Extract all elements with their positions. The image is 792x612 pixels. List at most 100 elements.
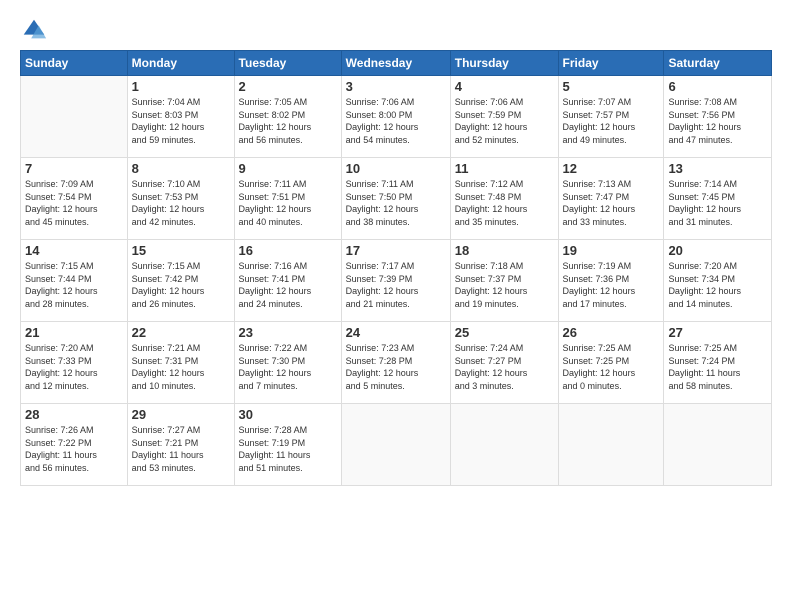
day-number: 10 — [346, 161, 446, 176]
calendar-cell: 1 Sunrise: 7:04 AM Sunset: 8:03 PM Daylig… — [127, 76, 234, 158]
day-info: Sunrise: 7:04 AM Sunset: 8:03 PM Dayligh… — [132, 96, 230, 146]
day-info: Sunrise: 7:06 AM Sunset: 7:59 PM Dayligh… — [455, 96, 554, 146]
calendar-cell: 28Sunrise: 7:26 AM Sunset: 7:22 PM Dayli… — [21, 404, 128, 486]
day-number: 21 — [25, 325, 123, 340]
day-number: 24 — [346, 325, 446, 340]
column-header-tuesday: Tuesday — [234, 51, 341, 76]
calendar-cell: 3 Sunrise: 7:06 AM Sunset: 8:00 PM Daylig… — [341, 76, 450, 158]
day-info: Sunrise: 7:15 AM Sunset: 7:44 PM Dayligh… — [25, 260, 123, 310]
calendar-cell: 29 Sunrise: 7:27 AM Sunset: 7:21 PM Dayli… — [127, 404, 234, 486]
day-info: Sunrise: 7:22 AM Sunset: 7:30 PM Dayligh… — [239, 342, 337, 392]
day-number: 27 — [668, 325, 767, 340]
day-info: Sunrise: 7:19 AM Sunset: 7:36 PM Dayligh… — [563, 260, 660, 310]
day-number: 19 — [563, 243, 660, 258]
calendar-cell: 11Sunrise: 7:12 AM Sunset: 7:48 PM Dayli… — [450, 158, 558, 240]
calendar-cell: 2 Sunrise: 7:05 AM Sunset: 8:02 PM Daylig… — [234, 76, 341, 158]
day-info: Sunrise: 7:17 AM Sunset: 7:39 PM Dayligh… — [346, 260, 446, 310]
day-info: Sunrise: 7:25 AM Sunset: 7:24 PM Dayligh… — [668, 342, 767, 392]
day-number: 20 — [668, 243, 767, 258]
calendar-week-row: 1 Sunrise: 7:04 AM Sunset: 8:03 PM Daylig… — [21, 76, 772, 158]
day-number: 16 — [239, 243, 337, 258]
day-number: 14 — [25, 243, 123, 258]
calendar-week-row: 28Sunrise: 7:26 AM Sunset: 7:22 PM Dayli… — [21, 404, 772, 486]
day-number: 3 — [346, 79, 446, 94]
day-info: Sunrise: 7:21 AM Sunset: 7:31 PM Dayligh… — [132, 342, 230, 392]
calendar-cell — [450, 404, 558, 486]
calendar-cell: 19 Sunrise: 7:19 AM Sunset: 7:36 PM Dayli… — [558, 240, 664, 322]
calendar-cell: 23Sunrise: 7:22 AM Sunset: 7:30 PM Dayli… — [234, 322, 341, 404]
calendar-cell: 20 Sunrise: 7:20 AM Sunset: 7:34 PM Dayli… — [664, 240, 772, 322]
column-header-saturday: Saturday — [664, 51, 772, 76]
day-info: Sunrise: 7:20 AM Sunset: 7:33 PM Dayligh… — [25, 342, 123, 392]
calendar-cell: 22 Sunrise: 7:21 AM Sunset: 7:31 PM Dayli… — [127, 322, 234, 404]
calendar-cell: 4 Sunrise: 7:06 AM Sunset: 7:59 PM Daylig… — [450, 76, 558, 158]
calendar-cell: 13 Sunrise: 7:14 AM Sunset: 7:45 PM Dayli… — [664, 158, 772, 240]
day-number: 5 — [563, 79, 660, 94]
calendar-cell: 6 Sunrise: 7:08 AM Sunset: 7:56 PM Daylig… — [664, 76, 772, 158]
day-number: 29 — [132, 407, 230, 422]
day-number: 12 — [563, 161, 660, 176]
page: SundayMondayTuesdayWednesdayThursdayFrid… — [0, 0, 792, 612]
day-number: 7 — [25, 161, 123, 176]
day-info: Sunrise: 7:18 AM Sunset: 7:37 PM Dayligh… — [455, 260, 554, 310]
calendar-cell: 25 Sunrise: 7:24 AM Sunset: 7:27 PM Dayli… — [450, 322, 558, 404]
header — [20, 16, 772, 44]
day-info: Sunrise: 7:05 AM Sunset: 8:02 PM Dayligh… — [239, 96, 337, 146]
calendar-cell: 7 Sunrise: 7:09 AM Sunset: 7:54 PM Daylig… — [21, 158, 128, 240]
day-info: Sunrise: 7:25 AM Sunset: 7:25 PM Dayligh… — [563, 342, 660, 392]
calendar-week-row: 7 Sunrise: 7:09 AM Sunset: 7:54 PM Daylig… — [21, 158, 772, 240]
day-number: 22 — [132, 325, 230, 340]
column-header-monday: Monday — [127, 51, 234, 76]
day-number: 8 — [132, 161, 230, 176]
calendar-week-row: 21 Sunrise: 7:20 AM Sunset: 7:33 PM Dayli… — [21, 322, 772, 404]
logo — [20, 16, 52, 44]
calendar-cell: 18 Sunrise: 7:18 AM Sunset: 7:37 PM Dayli… — [450, 240, 558, 322]
column-header-wednesday: Wednesday — [341, 51, 450, 76]
day-info: Sunrise: 7:20 AM Sunset: 7:34 PM Dayligh… — [668, 260, 767, 310]
calendar-cell: 21 Sunrise: 7:20 AM Sunset: 7:33 PM Dayli… — [21, 322, 128, 404]
calendar-header-row: SundayMondayTuesdayWednesdayThursdayFrid… — [21, 51, 772, 76]
day-number: 17 — [346, 243, 446, 258]
calendar-cell: 27 Sunrise: 7:25 AM Sunset: 7:24 PM Dayli… — [664, 322, 772, 404]
day-number: 26 — [563, 325, 660, 340]
column-header-thursday: Thursday — [450, 51, 558, 76]
day-number: 13 — [668, 161, 767, 176]
calendar-cell — [558, 404, 664, 486]
calendar-cell — [664, 404, 772, 486]
day-info: Sunrise: 7:13 AM Sunset: 7:47 PM Dayligh… — [563, 178, 660, 228]
day-info: Sunrise: 7:08 AM Sunset: 7:56 PM Dayligh… — [668, 96, 767, 146]
day-number: 4 — [455, 79, 554, 94]
day-info: Sunrise: 7:16 AM Sunset: 7:41 PM Dayligh… — [239, 260, 337, 310]
calendar-cell: 16 Sunrise: 7:16 AM Sunset: 7:41 PM Dayli… — [234, 240, 341, 322]
day-number: 6 — [668, 79, 767, 94]
calendar-table: SundayMondayTuesdayWednesdayThursdayFrid… — [20, 50, 772, 486]
day-number: 28 — [25, 407, 123, 422]
day-number: 25 — [455, 325, 554, 340]
calendar-cell: 26 Sunrise: 7:25 AM Sunset: 7:25 PM Dayli… — [558, 322, 664, 404]
calendar-cell: 17 Sunrise: 7:17 AM Sunset: 7:39 PM Dayli… — [341, 240, 450, 322]
calendar-cell: 12 Sunrise: 7:13 AM Sunset: 7:47 PM Dayli… — [558, 158, 664, 240]
calendar-cell: 10Sunrise: 7:11 AM Sunset: 7:50 PM Dayli… — [341, 158, 450, 240]
day-info: Sunrise: 7:27 AM Sunset: 7:21 PM Dayligh… — [132, 424, 230, 474]
day-number: 9 — [239, 161, 337, 176]
day-info: Sunrise: 7:14 AM Sunset: 7:45 PM Dayligh… — [668, 178, 767, 228]
calendar-cell: 15Sunrise: 7:15 AM Sunset: 7:42 PM Dayli… — [127, 240, 234, 322]
day-info: Sunrise: 7:24 AM Sunset: 7:27 PM Dayligh… — [455, 342, 554, 392]
calendar-cell: 24 Sunrise: 7:23 AM Sunset: 7:28 PM Dayli… — [341, 322, 450, 404]
day-info: Sunrise: 7:23 AM Sunset: 7:28 PM Dayligh… — [346, 342, 446, 392]
day-info: Sunrise: 7:11 AM Sunset: 7:51 PM Dayligh… — [239, 178, 337, 228]
day-info: Sunrise: 7:06 AM Sunset: 8:00 PM Dayligh… — [346, 96, 446, 146]
day-info: Sunrise: 7:07 AM Sunset: 7:57 PM Dayligh… — [563, 96, 660, 146]
column-header-sunday: Sunday — [21, 51, 128, 76]
calendar-week-row: 14 Sunrise: 7:15 AM Sunset: 7:44 PM Dayli… — [21, 240, 772, 322]
day-number: 2 — [239, 79, 337, 94]
day-info: Sunrise: 7:10 AM Sunset: 7:53 PM Dayligh… — [132, 178, 230, 228]
calendar-cell — [341, 404, 450, 486]
calendar-cell: 8 Sunrise: 7:10 AM Sunset: 7:53 PM Daylig… — [127, 158, 234, 240]
day-number: 18 — [455, 243, 554, 258]
calendar-cell: 9 Sunrise: 7:11 AM Sunset: 7:51 PM Daylig… — [234, 158, 341, 240]
day-info: Sunrise: 7:15 AM Sunset: 7:42 PM Dayligh… — [132, 260, 230, 310]
day-info: Sunrise: 7:09 AM Sunset: 7:54 PM Dayligh… — [25, 178, 123, 228]
day-number: 11 — [455, 161, 554, 176]
day-number: 1 — [132, 79, 230, 94]
